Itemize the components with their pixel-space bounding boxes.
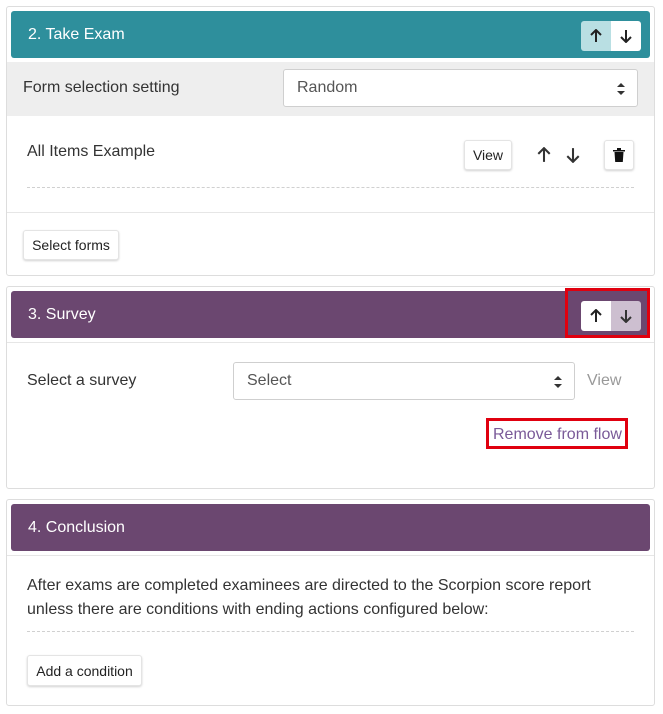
- survey-select[interactable]: Select: [233, 362, 575, 400]
- arrow-up-icon: [590, 309, 602, 322]
- take-exam-section: 2. Take Exam Form selection setting Rand…: [6, 6, 655, 276]
- take-exam-title: 2. Take Exam: [28, 25, 125, 43]
- select-forms-button[interactable]: Select forms: [23, 230, 119, 260]
- add-condition-label: Add a condition: [36, 662, 133, 679]
- survey-view-link[interactable]: View: [587, 372, 621, 390]
- arrow-down-icon: [620, 30, 632, 43]
- conclusion-divider: [27, 631, 634, 632]
- take-exam-move-down-button[interactable]: [611, 21, 641, 51]
- form-item-view-button[interactable]: View: [464, 140, 512, 170]
- item-divider: [27, 187, 634, 188]
- survey-select-value: Select: [247, 372, 292, 389]
- survey-move-up-button[interactable]: [581, 301, 611, 331]
- arrow-up-icon[interactable]: [536, 147, 552, 163]
- conclusion-section: 4. Conclusion After exams are completed …: [6, 499, 655, 706]
- conclusion-header-divider: [7, 555, 654, 556]
- form-selection-label: Form selection setting: [23, 79, 180, 96]
- survey-select-label: Select a survey: [27, 372, 137, 389]
- form-item-name: All Items Example: [27, 143, 156, 160]
- trash-icon: [613, 148, 625, 162]
- survey-header: 3. Survey: [11, 291, 650, 338]
- survey-reorder-group: [581, 301, 641, 331]
- select-forms-label: Select forms: [32, 237, 110, 253]
- take-exam-header: 2. Take Exam: [11, 11, 650, 58]
- conclusion-title: 4. Conclusion: [28, 518, 125, 536]
- arrow-down-icon: [620, 310, 632, 323]
- arrow-down-icon[interactable]: [565, 147, 581, 163]
- survey-section: 3. Survey Select a survey Select View Re…: [6, 286, 655, 489]
- form-item-delete-button[interactable]: [604, 140, 634, 170]
- survey-title: 3. Survey: [28, 305, 96, 323]
- form-selection-row: Form selection setting Random: [7, 62, 654, 116]
- survey-move-down-button[interactable]: [611, 301, 641, 331]
- section-divider: [7, 212, 654, 213]
- take-exam-reorder-group: [581, 21, 641, 51]
- select-caret-icon: [617, 83, 625, 95]
- conclusion-description: After exams are completed examinees are …: [27, 577, 591, 618]
- form-selection-select[interactable]: Random: [283, 69, 638, 107]
- add-condition-button[interactable]: Add a condition: [27, 655, 142, 686]
- conclusion-header: 4. Conclusion: [11, 504, 650, 551]
- take-exam-move-up-button[interactable]: [581, 21, 611, 51]
- survey-header-divider: [7, 342, 654, 343]
- remove-from-flow-link[interactable]: Remove from flow: [493, 426, 622, 444]
- arrow-up-icon: [590, 29, 602, 42]
- form-selection-value: Random: [297, 79, 358, 96]
- select-caret-icon: [554, 376, 562, 388]
- form-item-view-label: View: [472, 147, 504, 163]
